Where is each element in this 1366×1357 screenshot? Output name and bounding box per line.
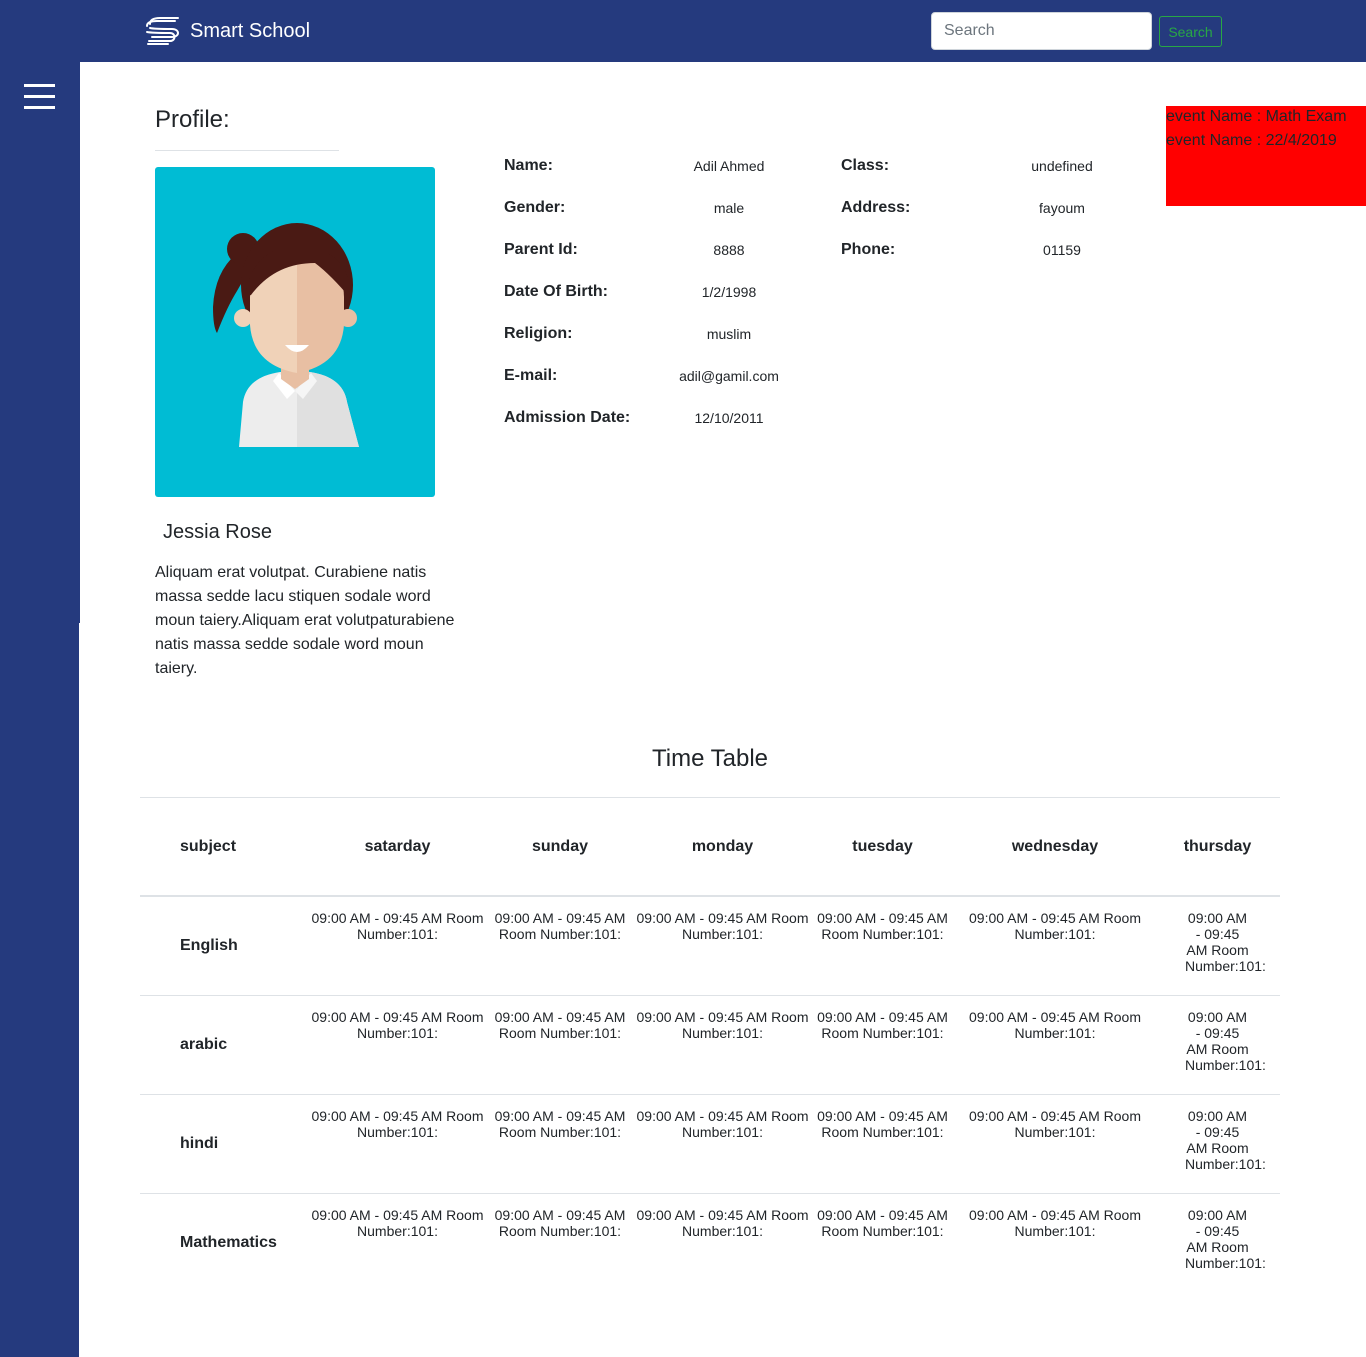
- value-name: Adil Ahmed: [693, 158, 765, 174]
- schedule-cell: 09:00 AM - 09:45 AM Room Number:101:: [955, 995, 1155, 1095]
- schedule-cell: 09:00 AM - 09:45 AM Room Number:101:: [636, 1206, 809, 1239]
- schedule-cell: 09:00 AM - 09:45 AM Room Number:101:: [310, 1094, 485, 1194]
- schedule-cell: 09:00 AM - 09:45 AM Room Number:101:: [494, 1206, 626, 1239]
- label-date-of-birth: Date Of Birth:: [504, 283, 608, 300]
- value-address: fayoum: [1039, 200, 1085, 216]
- event-notice: event Name : Math Exam event Name : 22/4…: [1166, 106, 1366, 206]
- label-religion: Religion:: [504, 325, 573, 342]
- brand[interactable]: Smart School: [144, 15, 310, 47]
- avatar: [155, 167, 435, 497]
- value-religion: muslim: [706, 326, 752, 342]
- hamburger-icon[interactable]: [24, 84, 56, 110]
- schedule-cell: 09:00 AM - 09:45 AM Room Number:101:: [810, 896, 955, 996]
- header-wednesday: wednesday: [955, 798, 1155, 897]
- table-row: hindi 09:00 AM - 09:45 AM Room Number:10…: [140, 1094, 1280, 1194]
- schedule-cell: 09:00 AM - 09:45 AM Room Number:101:: [969, 1206, 1141, 1239]
- subject-cell: Mathematics: [180, 1233, 277, 1251]
- timetable-header-row: subject satarday sunday monday tuesday w…: [140, 798, 1280, 897]
- header-subject: subject: [140, 798, 310, 897]
- schedule-cell: 09:00 AM - 09:45 AM Room Number:101:: [1155, 995, 1280, 1095]
- schedule-cell: 09:00 AM - 09:45 AM Room Number:101:: [485, 995, 635, 1095]
- schedule-cell: 09:00 AM - 09:45 AM Room Number:101:: [955, 896, 1155, 996]
- student-avatar-icon: [213, 223, 359, 447]
- value-gender: male: [713, 200, 745, 216]
- profile-divider: [155, 150, 339, 151]
- value-admission-date: 12/10/2011: [694, 410, 764, 426]
- schedule-cell: 09:00 AM - 09:45 AM Room Number:101:: [810, 995, 955, 1095]
- subject-cell: English: [140, 896, 310, 996]
- header-monday: monday: [635, 798, 810, 897]
- brand-name: Smart School: [190, 19, 311, 42]
- timetable: subject satarday sunday monday tuesday w…: [140, 798, 1280, 1292]
- subject-cell: arabic: [140, 995, 310, 1095]
- schedule-cell: 09:00 AM - 09:45 AM Room Number:101:: [1155, 896, 1280, 996]
- search-input[interactable]: [931, 12, 1152, 50]
- sidebar: [0, 62, 80, 623]
- top-navbar: Smart School Search: [0, 0, 1366, 62]
- label-address: Address:: [841, 199, 911, 216]
- label-gender: Gender:: [504, 199, 566, 216]
- schedule-cell: 09:00 AM - 09:45 AM Room Number:101:: [310, 896, 485, 996]
- label-admission-date: Admission Date:: [504, 409, 631, 426]
- student-name: Jessia Rose: [163, 521, 272, 543]
- label-email: E-mail:: [504, 367, 558, 384]
- schedule-cell: 09:00 AM - 09:45 AM Room Number:101:: [635, 1094, 810, 1194]
- smart-school-logo-icon: [146, 17, 179, 45]
- subject-cell: hindi: [140, 1094, 310, 1194]
- header-thursday: thursday: [1155, 798, 1280, 897]
- schedule-cell: 09:00 AM - 09:45 AM Room Number:101:: [485, 1094, 635, 1194]
- schedule-cell: 09:00 AM - 09:45 AM Room Number:101:: [817, 1206, 948, 1239]
- value-class: undefined: [1031, 158, 1093, 174]
- schedule-cell: 09:00 AM - 09:45 AM Room Number:101:: [1185, 1206, 1266, 1271]
- schedule-cell: 09:00 AM - 09:45 AM Room Number:101:: [485, 896, 635, 996]
- sidebar-lower: [0, 623, 79, 1357]
- value-email: adil@gamil.com: [679, 368, 779, 384]
- schedule-cell: 09:00 AM - 09:45 AM Room Number:101:: [635, 995, 810, 1095]
- header-tuesday: tuesday: [810, 798, 955, 897]
- table-row: arabic 09:00 AM - 09:45 AM Room Number:1…: [140, 995, 1280, 1095]
- schedule-cell: 09:00 AM - 09:45 AM Room Number:101:: [1155, 1094, 1280, 1194]
- header-satarday: satarday: [310, 798, 485, 897]
- profile-title: Profile:: [155, 106, 230, 133]
- event-line-name: event Name : Math Exam: [1166, 108, 1347, 125]
- value-phone: 01159: [1043, 242, 1081, 258]
- label-phone: Phone:: [841, 241, 896, 258]
- schedule-cell: 09:00 AM - 09:45 AM Room Number:101:: [310, 995, 485, 1095]
- label-name: Name:: [504, 157, 553, 174]
- value-date-of-birth: 1/2/1998: [701, 284, 757, 300]
- value-parent-id: 8888: [713, 242, 745, 258]
- table-row: English 09:00 AM - 09:45 AM Room Number:…: [140, 896, 1280, 996]
- timetable-title: Time Table: [651, 745, 769, 772]
- schedule-cell: 09:00 AM - 09:45 AM Room Number:101:: [635, 896, 810, 996]
- schedule-cell: 09:00 AM - 09:45 AM Room Number:101:: [810, 1094, 955, 1194]
- header-sunday: sunday: [485, 798, 635, 897]
- search-button[interactable]: Search: [1159, 16, 1222, 47]
- label-parent-id: Parent Id:: [504, 241, 578, 258]
- student-bio: Aliquam erat volutpat. Curabiene natis m…: [155, 564, 455, 677]
- event-line-date: event Name : 22/4/2019: [1166, 132, 1337, 149]
- schedule-cell: 09:00 AM - 09:45 AM Room Number:101:: [955, 1094, 1155, 1194]
- label-class: Class:: [841, 157, 890, 174]
- schedule-cell: 09:00 AM - 09:45 AM Room Number:101:: [311, 1206, 484, 1239]
- table-row: Mathematics 09:00 AM - 09:45 AM Room Num…: [140, 1193, 1280, 1292]
